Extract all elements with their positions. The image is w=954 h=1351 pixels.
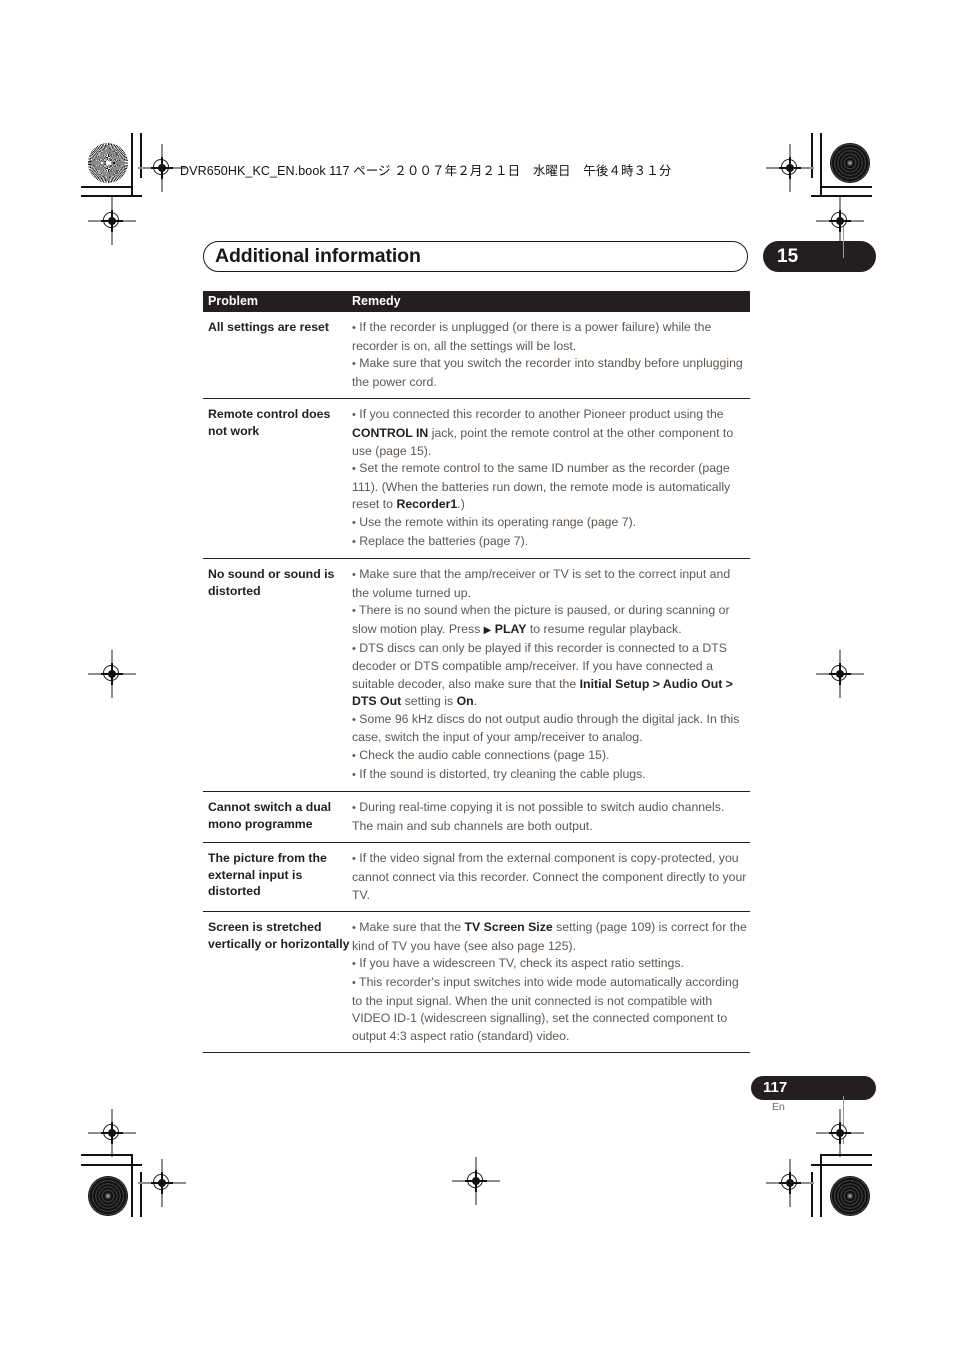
registration-starburst-top-right — [830, 143, 870, 183]
document-page: DVR650HK_KC_EN.book 117 ページ ２００７年２月２１日 水… — [0, 0, 954, 1351]
table-row: Cannot switch a dual mono programme • Dur… — [203, 792, 750, 844]
registration-crosshair-right-middle — [816, 650, 864, 698]
chapter-number-label: 15 — [777, 246, 799, 267]
troubleshooting-table: Problem Remedy All settings are reset • I… — [203, 291, 750, 1054]
crop-mark-bottom-left-h2 — [81, 1164, 142, 1166]
cell-remedy: • Make sure that the amp/receiver or TV … — [352, 567, 740, 781]
table-row: Remote control does not work • If you con… — [203, 399, 750, 560]
table-row: No sound or sound is distorted • Make sur… — [203, 559, 750, 793]
table-body: All settings are reset • If the recorder … — [203, 312, 750, 1054]
cell-remedy: • During real-time copying it is not pos… — [352, 800, 725, 833]
cell-problem: The picture from the external input is d… — [208, 851, 327, 899]
page-number-label: 117 — [763, 1079, 788, 1096]
cell-remedy: • If you connected this recorder to anot… — [352, 407, 734, 548]
cell-problem: No sound or sound is distorted — [208, 567, 335, 598]
registration-crosshair-bottom-center — [452, 1157, 500, 1205]
crop-mark-bottom-right-v2 — [811, 1172, 813, 1217]
cell-problem: Remote control does not work — [208, 407, 331, 438]
crop-mark-bottom-right-h1 — [820, 1154, 872, 1156]
registration-starburst-top-left — [88, 143, 128, 183]
cell-remedy: • If the video signal from the external … — [352, 851, 747, 902]
page-title: Additional information — [215, 245, 421, 267]
cell-problem: Cannot switch a dual mono programme — [208, 800, 331, 831]
crop-mark-bottom-left-v1 — [131, 1154, 133, 1217]
crop-mark-top-right-h2 — [811, 195, 872, 197]
registration-crosshair-left-lower — [88, 1109, 136, 1157]
cell-remedy: • Make sure that the TV Screen Size sett… — [352, 920, 747, 1043]
registration-crosshair-right-lower — [816, 1109, 864, 1157]
crop-mark-top-left-h1 — [81, 186, 133, 188]
registration-crosshair-bottom-left — [138, 1159, 186, 1207]
cell-problem: All settings are reset — [208, 320, 329, 334]
table-row: Screen is stretched vertically or horizo… — [203, 912, 750, 1054]
table-header-row: Problem Remedy — [203, 291, 750, 312]
table-row: All settings are reset • If the recorder … — [203, 312, 750, 400]
registration-crosshair-top-right — [766, 144, 814, 192]
chapter-number-badge: 15 — [763, 241, 876, 272]
book-file-header-line: DVR650HK_KC_EN.book 117 ページ ２００７年２月２１日 水… — [180, 164, 672, 178]
crop-mark-bottom-left-v2 — [140, 1172, 142, 1217]
crop-mark-bottom-right-v1 — [820, 1154, 822, 1217]
registration-crosshair-right-upper — [816, 197, 864, 245]
table-row: The picture from the external input is d… — [203, 843, 750, 913]
page-number-badge: 117 — [751, 1076, 876, 1100]
crop-mark-top-left-v2 — [140, 133, 142, 178]
cell-problem: Screen is stretched vertically or horizo… — [208, 920, 350, 951]
registration-starburst-bottom-right — [830, 1176, 870, 1216]
registration-crosshair-left-middle — [88, 650, 136, 698]
cell-remedy: • If the recorder is unplugged (or there… — [352, 320, 743, 389]
crop-mark-top-right-h1 — [820, 186, 872, 188]
column-header-remedy: Remedy — [352, 294, 401, 308]
crop-mark-top-right-v2 — [811, 133, 813, 178]
registration-crosshair-top-left — [138, 144, 186, 192]
page-language-label: En — [772, 1101, 785, 1113]
registration-crosshair-bottom-right — [766, 1159, 814, 1207]
registration-starburst-bottom-left — [88, 1176, 128, 1216]
column-header-problem: Problem — [208, 294, 259, 308]
crop-mark-bottom-left-h1 — [81, 1154, 133, 1156]
registration-crosshair-left-upper — [88, 197, 136, 245]
